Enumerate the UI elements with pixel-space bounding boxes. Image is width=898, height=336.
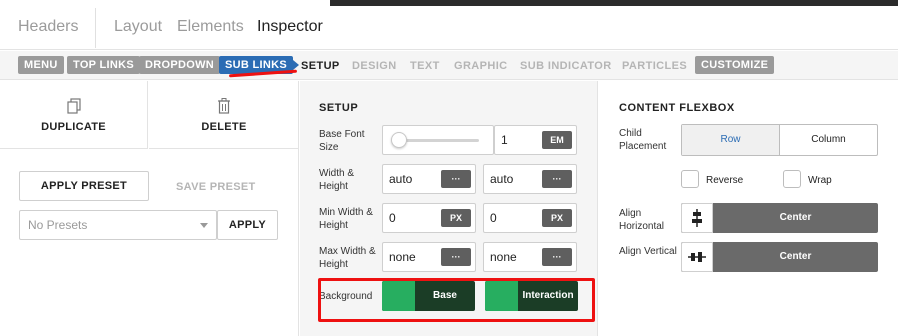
placement-column-option[interactable]: Column	[780, 125, 877, 155]
save-preset-button[interactable]: SAVE PRESET	[176, 181, 256, 193]
breadcrumb-dropdown[interactable]: DROPDOWN	[139, 56, 221, 74]
height-unit-selector[interactable]: ···	[542, 170, 572, 188]
customize-button[interactable]: CUSTOMIZE	[695, 56, 775, 74]
base-font-size-value: 1	[501, 133, 508, 147]
subtab-setup[interactable]: SETUP	[301, 60, 340, 72]
tab-divider	[95, 8, 96, 48]
min-width-height-label: Min Width & Height	[319, 207, 373, 231]
breadcrumb-menu[interactable]: MENU	[18, 56, 64, 74]
align-vertical-value: Center	[779, 251, 812, 262]
align-vertical-icon-box	[681, 242, 713, 272]
tab-headers[interactable]: Headers	[18, 18, 78, 36]
top-tab-bar: Headers Layout Elements Inspector	[0, 0, 898, 50]
child-placement-label: Child Placement	[619, 128, 667, 152]
slider-handle[interactable]	[391, 132, 407, 148]
annotation-highlight-box	[318, 278, 595, 322]
align-center-vertical-icon	[688, 252, 706, 262]
base-font-size-slider[interactable]	[382, 125, 494, 155]
max-height-input[interactable]: none ···	[483, 242, 577, 272]
tab-elements[interactable]: Elements	[177, 18, 244, 36]
setup-title: SETUP	[319, 102, 359, 114]
height-value: auto	[490, 172, 514, 186]
presets-select[interactable]: No Presets	[19, 210, 217, 240]
min-height-unit-selector[interactable]: PX	[542, 209, 572, 227]
reverse-checkbox[interactable]	[681, 170, 699, 188]
trash-icon	[218, 98, 230, 114]
max-height-unit-selector[interactable]: ···	[542, 248, 572, 266]
subtab-sub-indicator[interactable]: SUB INDICATOR	[520, 60, 612, 72]
align-horizontal-label: Align Horizontal	[619, 208, 665, 232]
max-width-value: none	[389, 250, 416, 264]
unit-selector-em[interactable]: EM	[542, 131, 572, 149]
reverse-label: Reverse	[706, 175, 744, 186]
height-input[interactable]: auto ···	[483, 164, 577, 194]
base-font-size-input[interactable]: 1 EM	[494, 125, 577, 155]
max-width-height-label: Max Width & Height	[319, 246, 376, 270]
align-vertical-control[interactable]: Center	[681, 242, 878, 272]
duplicate-label: DUPLICATE	[41, 121, 106, 133]
preset-panel: DUPLICATE DELETE APPLY PRESET SAVE PRESE…	[0, 81, 299, 336]
subtab-graphic[interactable]: GRAPHIC	[454, 60, 508, 72]
delete-label: DELETE	[201, 121, 247, 133]
subtab-text[interactable]: TEXT	[410, 60, 440, 72]
align-horizontal-icon-box	[681, 203, 713, 233]
window-edge	[330, 0, 898, 6]
width-height-label: Width & Height	[319, 168, 355, 192]
wrap-label: Wrap	[808, 175, 832, 186]
apply-preset-button[interactable]: APPLY PRESET	[19, 171, 149, 201]
max-width-input[interactable]: none ···	[382, 242, 476, 272]
min-width-value: 0	[389, 211, 396, 225]
subtab-design[interactable]: DESIGN	[352, 60, 397, 72]
duplicate-icon	[66, 98, 81, 114]
width-unit-selector[interactable]: ···	[441, 170, 471, 188]
align-horizontal-control[interactable]: Center	[681, 203, 878, 233]
content-flexbox-panel: CONTENT FLEXBOX Child Placement Row Colu…	[599, 81, 898, 336]
align-horizontal-value: Center	[779, 212, 812, 223]
tab-layout[interactable]: Layout	[114, 18, 162, 36]
min-width-input[interactable]: 0 PX	[382, 203, 476, 233]
min-width-unit-selector[interactable]: PX	[441, 209, 471, 227]
chevron-down-icon	[200, 223, 208, 228]
max-height-value: none	[490, 250, 517, 264]
subtab-particles[interactable]: PARTICLES	[622, 60, 687, 72]
width-value: auto	[389, 172, 413, 186]
placement-row-option[interactable]: Row	[682, 125, 780, 155]
breadcrumb-top-links[interactable]: TOP LINKS	[67, 56, 140, 74]
min-height-input[interactable]: 0 PX	[483, 203, 577, 233]
max-width-unit-selector[interactable]: ···	[441, 248, 471, 266]
tab-inspector[interactable]: Inspector	[257, 18, 323, 36]
width-input[interactable]: auto ···	[382, 164, 476, 194]
child-placement-toggle: Row Column	[681, 124, 878, 156]
delete-button[interactable]: DELETE	[149, 81, 299, 149]
align-center-horizontal-icon	[692, 209, 702, 227]
content-flexbox-title: CONTENT FLEXBOX	[619, 102, 735, 114]
base-font-size-label: Base Font Size	[319, 129, 365, 153]
breadcrumb: MENU TOP LINKS DROPDOWN SUB LINKS SETUP …	[0, 51, 898, 80]
presets-select-value: No Presets	[28, 218, 88, 232]
min-height-value: 0	[490, 211, 497, 225]
duplicate-button[interactable]: DUPLICATE	[0, 81, 148, 149]
apply-button[interactable]: APPLY	[217, 210, 278, 240]
wrap-checkbox[interactable]	[783, 170, 801, 188]
align-vertical-label: Align Vertical	[619, 246, 677, 257]
